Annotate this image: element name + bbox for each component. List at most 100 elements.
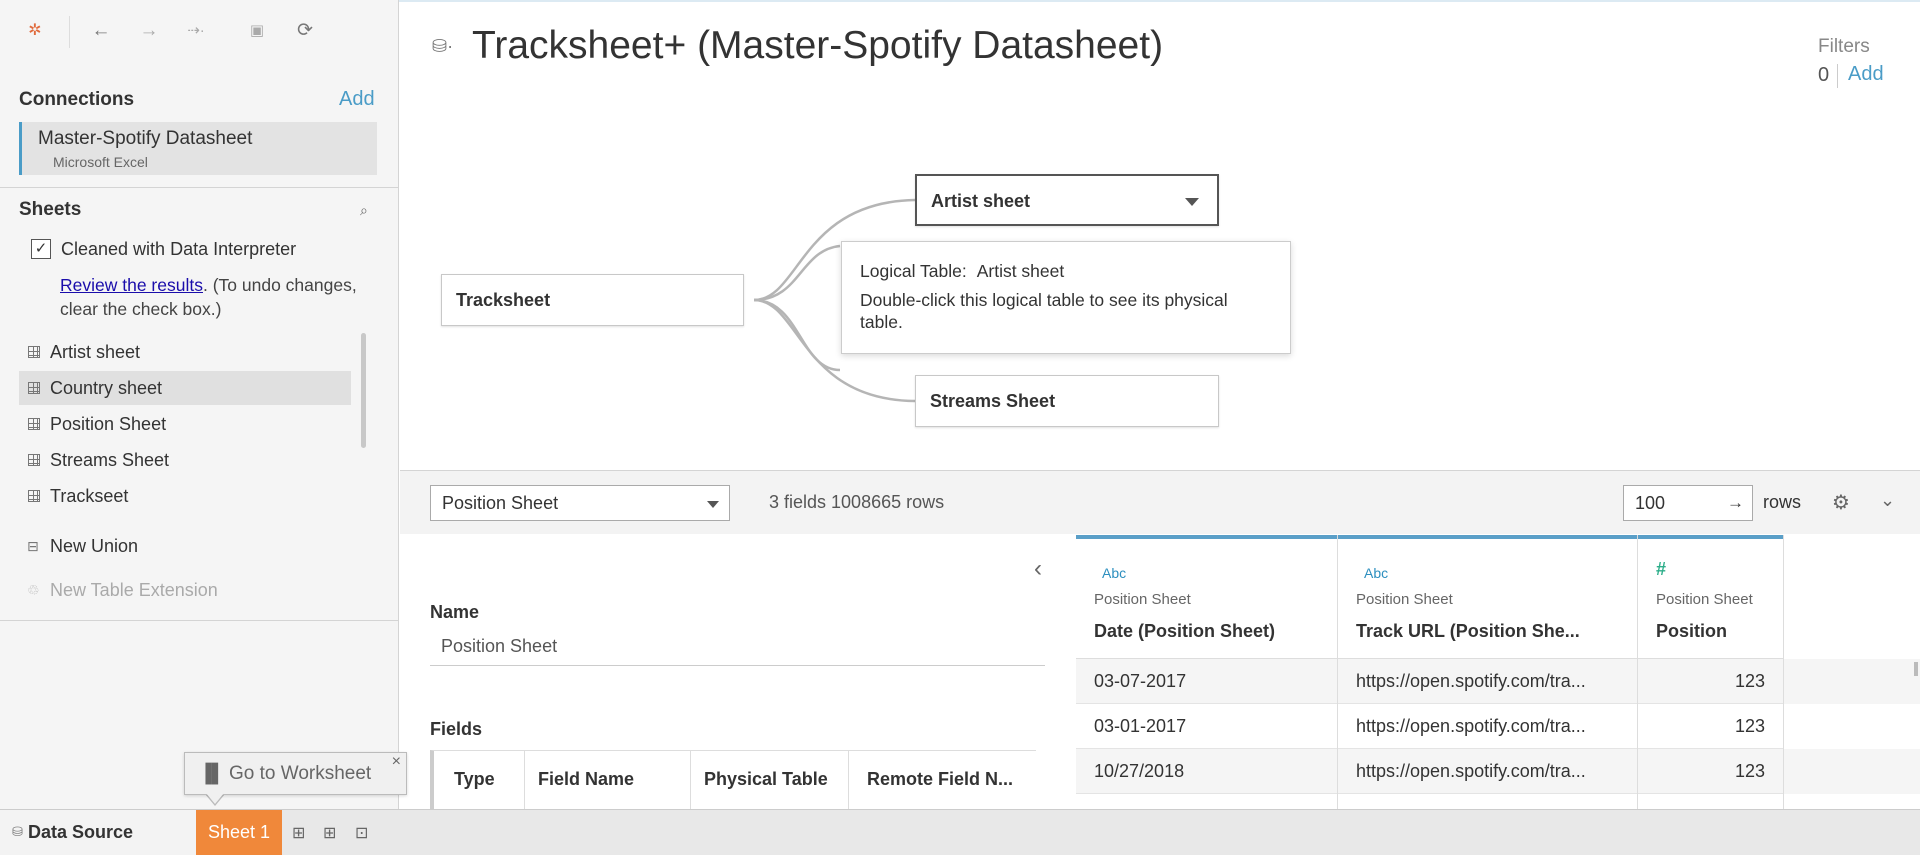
column-header-physical-table[interactable]: Physical Table	[704, 769, 828, 790]
table-icon	[28, 418, 40, 430]
page-title[interactable]: Tracksheet+ (Master-Spotify Datasheet)	[472, 24, 1163, 68]
column-source: Position Sheet	[1356, 591, 1453, 608]
divider	[0, 187, 399, 188]
connections-title: Connections	[19, 89, 135, 110]
table-cell[interactable]: https://open.spotify.com/tra...	[1338, 704, 1637, 749]
go-to-worksheet-button[interactable]: ▐▌ Go to Worksheet ×	[184, 752, 407, 795]
datasource-icon[interactable]: ⛁·	[432, 36, 453, 57]
divider	[430, 665, 1045, 666]
toolbar-separator	[69, 16, 70, 48]
column-separator	[848, 751, 849, 810]
add-filter-link[interactable]: Add	[1848, 63, 1884, 86]
refresh-icon[interactable]: ⟳	[292, 18, 318, 44]
redo-icon[interactable]: →	[136, 18, 162, 44]
add-connection-link[interactable]: Add	[339, 88, 375, 111]
new-story-icon[interactable]: ⊡	[355, 823, 368, 843]
node-label: Artist sheet	[931, 191, 1031, 211]
tooltip-text: Double-click this logical table to see i…	[860, 290, 1228, 332]
go-to-worksheet-label: Go to Worksheet	[229, 763, 372, 784]
union-icon: ⊟	[27, 538, 39, 554]
chevron-down-icon[interactable]: ⌄	[1880, 490, 1895, 511]
string-type-icon[interactable]: Abc	[1102, 565, 1126, 581]
column-header-field-name[interactable]: Field Name	[538, 769, 634, 790]
column-header-type[interactable]: Type	[454, 769, 495, 790]
logical-table-tracksheet[interactable]: Tracksheet	[441, 274, 744, 326]
review-results-link[interactable]: Review the results	[60, 275, 203, 295]
collapse-panel-icon[interactable]: ‹	[1034, 555, 1042, 583]
table-cell[interactable]: 123	[1638, 749, 1783, 794]
replay-icon[interactable]: ⇢·	[183, 18, 209, 44]
toolbar: ✲ ← → ⇢· ▣ ⟳	[0, 0, 399, 62]
new-union-label: New Union	[50, 536, 139, 556]
name-label: Name	[430, 602, 480, 622]
tab-label: Data Source	[28, 822, 134, 842]
fields-label: Fields	[430, 719, 483, 739]
table-select-value: Position Sheet	[442, 493, 559, 513]
table-cell[interactable]: 123	[1638, 659, 1783, 704]
table-icon	[28, 382, 40, 394]
sheet-item-trackseet[interactable]: Trackseet	[19, 479, 351, 513]
review-text: Review the results. (To undo changes, cl…	[60, 273, 360, 321]
sheet-item-label: Country sheet	[50, 378, 163, 398]
sheets-title: Sheets	[19, 199, 82, 220]
sheet-item-position[interactable]: Position Sheet	[19, 407, 351, 441]
connection-type: Microsoft Excel	[53, 154, 148, 170]
string-type-icon[interactable]: Abc	[1364, 565, 1388, 581]
table-select[interactable]: Position Sheet	[430, 485, 730, 521]
table-cell[interactable]: 03-07-2017	[1076, 659, 1337, 704]
filters-separator	[1837, 64, 1838, 88]
name-field[interactable]: Position Sheet	[441, 636, 557, 657]
connection-name: Master-Spotify Datasheet	[38, 128, 253, 149]
tab-sheet-1[interactable]: Sheet 1	[196, 810, 282, 855]
interpreter-checkbox[interactable]: ✓	[31, 239, 51, 259]
table-cell[interactable]: 123	[1638, 704, 1783, 749]
column-header-remote-field[interactable]: Remote Field N...	[867, 769, 1013, 790]
tableau-logo-icon[interactable]: ✲	[22, 18, 48, 44]
grid-scrollbar[interactable]	[1914, 662, 1918, 676]
save-icon[interactable]: ▣	[244, 18, 270, 44]
new-union-item[interactable]: ⊟ New Union	[19, 529, 351, 563]
column-source: Position Sheet	[1656, 591, 1753, 608]
close-icon[interactable]: ×	[392, 741, 401, 782]
column-name: Track URL (Position She...	[1356, 621, 1580, 641]
table-cell[interactable]: 03-01-2017	[1076, 704, 1337, 749]
tab-data-source[interactable]: ⛁ Data Source	[0, 810, 196, 855]
sheets-scrollbar[interactable]	[361, 333, 366, 448]
grid-column-track-url: Abc Position Sheet Track URL (Position S…	[1338, 535, 1638, 809]
filters-label: Filters	[1818, 36, 1870, 57]
column-header[interactable]: # Position Sheet Position	[1638, 535, 1783, 659]
undo-icon[interactable]: ←	[88, 18, 114, 44]
sheet-tab-bar: ⛁ Data Source Sheet 1 ⊞ ⊞ ⊡	[0, 809, 1920, 855]
table-icon	[28, 346, 40, 358]
column-source: Position Sheet	[1094, 591, 1191, 608]
sheet-item-streams[interactable]: Streams Sheet	[19, 443, 351, 477]
sheet-item-country[interactable]: Country sheet	[19, 371, 351, 405]
grid-column-date: Abc Position Sheet Date (Position Sheet)…	[1076, 535, 1338, 809]
callout-tail-fill	[206, 793, 224, 804]
number-type-icon[interactable]: #	[1656, 559, 1666, 580]
logical-table-streams[interactable]: Streams Sheet	[915, 375, 1219, 427]
arrow-right-icon[interactable]: →	[1727, 486, 1744, 520]
rows-label: rows	[1763, 492, 1802, 512]
sheet-item-artist[interactable]: Artist sheet	[19, 335, 351, 369]
data-grid: Abc Position Sheet Date (Position Sheet)…	[1076, 535, 1920, 809]
column-separator	[524, 751, 525, 810]
table-cell[interactable]: https://open.spotify.com/tra...	[1338, 659, 1637, 704]
grid-column-position: # Position Sheet Position 123 123 123	[1638, 535, 1784, 809]
table-cell[interactable]: 10/27/2018	[1076, 749, 1337, 794]
search-sheets-icon[interactable]: ⌕	[360, 202, 368, 219]
logical-table-artist[interactable]: Artist sheet	[915, 174, 1219, 226]
table-cell[interactable]: https://open.spotify.com/tra...	[1338, 749, 1637, 794]
connection-item[interactable]: Master-Spotify Datasheet Microsoft Excel	[19, 122, 377, 175]
column-header[interactable]: Abc Position Sheet Date (Position Sheet)	[1076, 535, 1337, 659]
sheet-item-label: Position Sheet	[50, 414, 167, 434]
chevron-down-icon[interactable]	[1185, 198, 1199, 206]
tooltip: Logical Table: Artist sheet Double-click …	[841, 241, 1291, 354]
rows-input[interactable]: 100 →	[1623, 485, 1753, 521]
new-table-extension-item[interactable]: ♲ New Table Extension	[19, 573, 351, 607]
new-worksheet-icon[interactable]: ⊞	[292, 823, 305, 843]
fields-info: 3 fields 1008665 rows	[769, 492, 945, 512]
new-dashboard-icon[interactable]: ⊞	[323, 823, 336, 843]
gear-icon[interactable]: ⚙	[1832, 490, 1850, 515]
column-header[interactable]: Abc Position Sheet Track URL (Position S…	[1338, 535, 1637, 659]
